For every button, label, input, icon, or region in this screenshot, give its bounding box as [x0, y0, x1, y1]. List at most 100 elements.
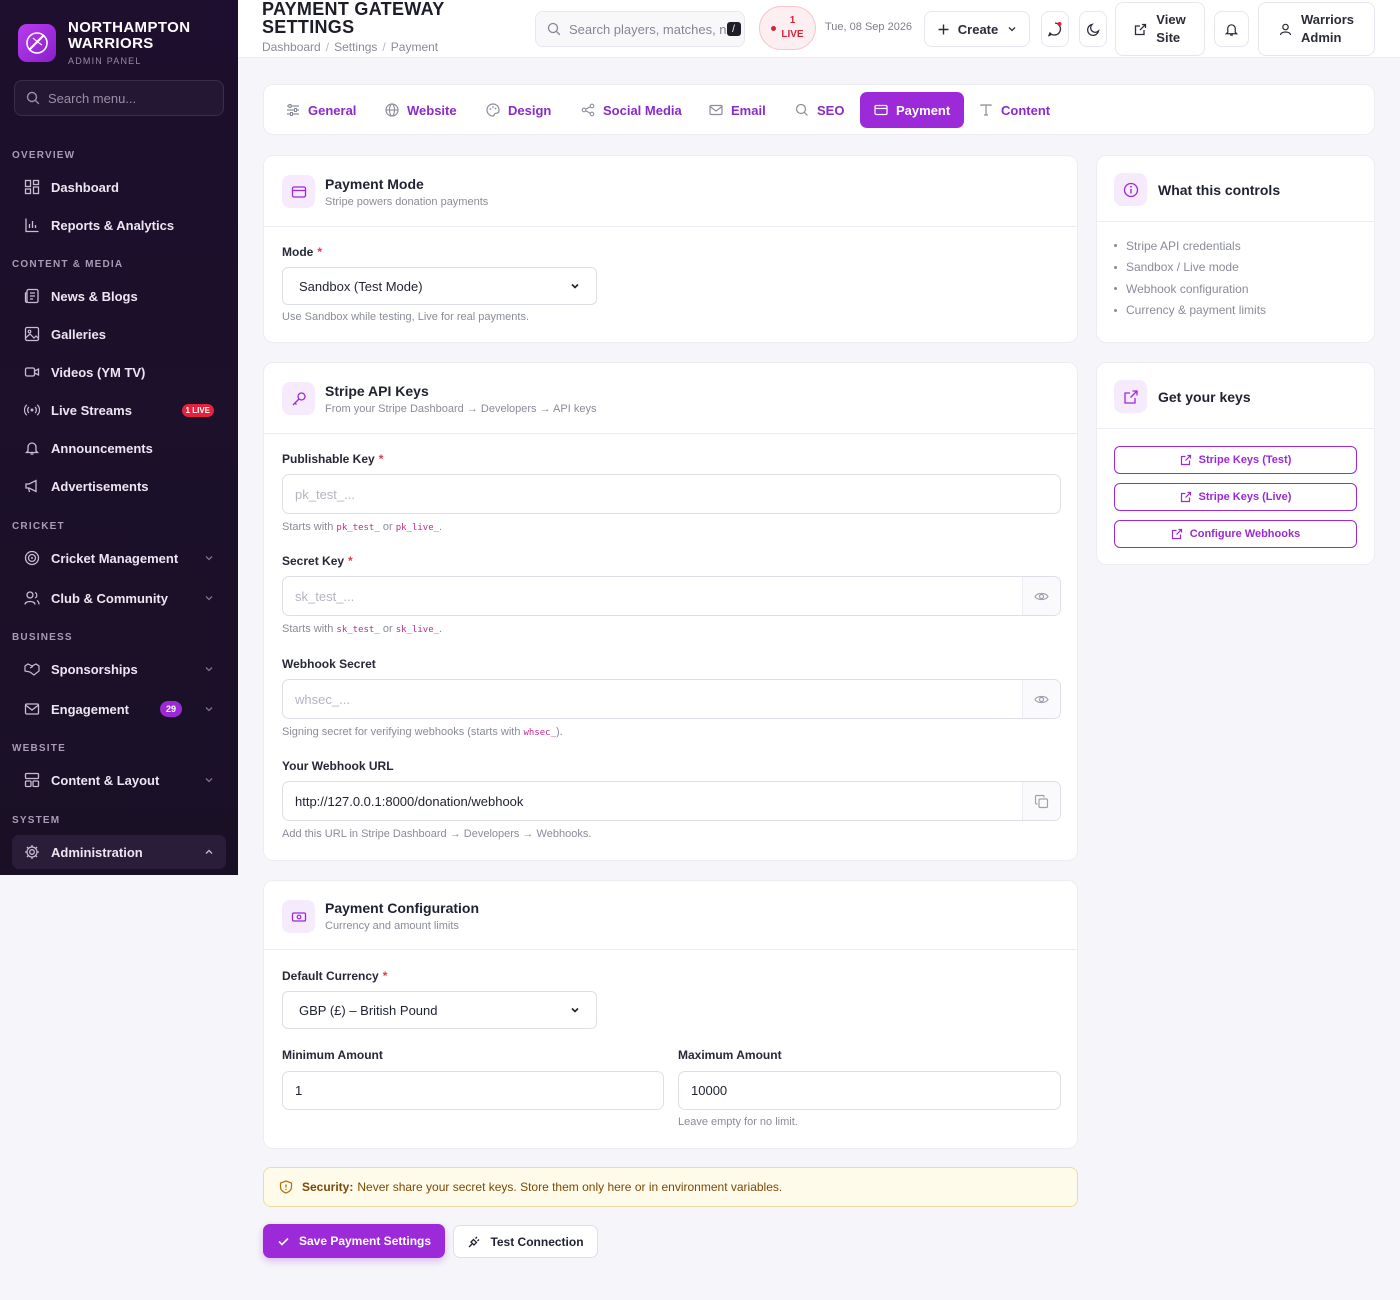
card-subtitle: Stripe powers donation payments [325, 196, 489, 208]
video-camera-icon [24, 367, 40, 377]
broadcast-icon [24, 404, 40, 416]
tab-payment[interactable]: Payment [860, 92, 965, 128]
key-icon [282, 382, 315, 415]
sidebar-item-cricket-management[interactable]: Cricket Management [12, 541, 226, 575]
live-badge: 1 LIVE [181, 403, 214, 417]
sidebar-item-club-community[interactable]: Club & Community [12, 581, 226, 615]
breadcrumb-settings[interactable]: Settings [334, 40, 377, 54]
sidebar-item-announcements[interactable]: Announcements [12, 431, 226, 465]
stripe-keys-live-button[interactable]: Stripe Keys (Live) [1114, 483, 1357, 511]
maximum-amount-hint: Leave empty for no limit. [678, 1116, 798, 1128]
moon-icon [1086, 22, 1100, 36]
page-title: PAYMENT GATEWAY SETTINGS [262, 0, 445, 37]
mode-select[interactable]: Sandbox (Test Mode) [282, 267, 597, 305]
sidebar-item-administration[interactable]: Administration [12, 835, 226, 869]
tab-design[interactable]: Design [472, 92, 565, 128]
publishable-key-input[interactable]: pk_test_... [282, 474, 1061, 514]
sidebar-item-label: Cricket Management [51, 550, 179, 566]
mode-label: Mode * [282, 245, 323, 259]
tab-email[interactable]: Email [695, 92, 780, 128]
secret-key-label: Secret Key * [282, 554, 353, 568]
secret-key-input[interactable]: sk_test_... [282, 576, 1061, 616]
chevron-down-icon [571, 1007, 579, 1013]
configure-webhooks-button[interactable]: Configure Webhooks [1114, 520, 1357, 548]
theme-toggle-button[interactable] [1079, 11, 1107, 47]
sidebar-item-engagement[interactable]: Engagement 29 [12, 692, 226, 726]
brand-name-line1: NORTHAMPTON [68, 19, 191, 36]
sidebar-item-label: Reports & Analytics [51, 217, 175, 233]
tab-website[interactable]: Website [371, 92, 471, 128]
minimum-amount-input[interactable]: 1 [282, 1071, 664, 1110]
tab-content[interactable]: Content [965, 92, 1064, 128]
sidebar-item-label: Videos (YM TV) [51, 364, 146, 380]
test-connection-button[interactable]: Test Connection [453, 1225, 598, 1258]
tab-seo[interactable]: SEO [781, 92, 858, 128]
mode-select-value: Sandbox (Test Mode) [299, 278, 423, 294]
external-link-icon [1180, 454, 1191, 466]
sidebar-item-label: Club & Community [51, 590, 168, 606]
sidebar-item-advertisements[interactable]: Advertisements [12, 469, 226, 503]
search-icon [795, 103, 808, 116]
card-subtitle: Currency and amount limits [325, 920, 459, 932]
sidebar-item-label: News & Blogs [51, 288, 138, 304]
card-header: Stripe API Keys From your Stripe Dashboa… [264, 363, 1077, 434]
chevron-up-icon [205, 849, 213, 854]
maximum-amount-value: 10000 [691, 1083, 728, 1098]
brand-subtitle: ADMIN PANEL [68, 56, 142, 66]
share-icon [581, 103, 595, 117]
sidebar-item-content-layout[interactable]: Content & Layout [12, 763, 226, 797]
section-business: BUSINESS [12, 632, 73, 643]
stripe-keys-test-button[interactable]: Stripe Keys (Test) [1114, 446, 1357, 474]
toggle-visibility-button[interactable] [1022, 680, 1060, 718]
section-content-media: CONTENT & MEDIA [12, 259, 124, 270]
view-site-button[interactable]: View Site [1115, 2, 1205, 56]
sidebar-item-sponsorships[interactable]: Sponsorships [12, 652, 226, 686]
palette-icon [486, 103, 500, 117]
sidebar-item-live-streams[interactable]: Live Streams 1 LIVE [12, 393, 226, 427]
copy-url-button[interactable] [1022, 782, 1060, 820]
global-search-input[interactable]: Search players, matches, n / [535, 11, 745, 47]
external-link-icon [1171, 528, 1182, 540]
info-icon [1114, 173, 1147, 206]
webhook-url-input[interactable]: http://127.0.0.1:8000/donation/webhook [282, 781, 1061, 821]
create-button[interactable]: Create [924, 11, 1030, 47]
refresh-button[interactable] [1041, 11, 1069, 47]
notifications-button[interactable] [1214, 11, 1249, 47]
maximum-amount-input[interactable]: 10000 [678, 1071, 1061, 1110]
sidebar-item-videos[interactable]: Videos (YM TV) [12, 355, 226, 389]
sidebar-item-news[interactable]: News & Blogs [12, 279, 226, 313]
search-icon [26, 91, 40, 105]
webhook-secret-input[interactable]: whsec_... [282, 679, 1061, 719]
webhook-secret-hint: Signing secret for verifying webhooks (s… [282, 726, 563, 738]
section-website: WEBSITE [12, 743, 66, 754]
save-payment-settings-button[interactable]: Save Payment Settings [263, 1224, 445, 1258]
top-header: PAYMENT GATEWAY SETTINGS Dashboard / Setti… [238, 0, 1400, 58]
webhook-secret-placeholder: whsec_... [295, 691, 350, 707]
payment-configuration-card: Payment Configuration Currency and amoun… [263, 880, 1078, 1149]
card-title: Stripe API Keys [325, 383, 429, 399]
live-indicator[interactable]: 1 LIVE [759, 6, 816, 50]
section-system: SYSTEM [12, 815, 61, 826]
sidebar-item-label: Live Streams [51, 402, 132, 418]
tab-general[interactable]: General [272, 92, 370, 128]
search-shortcut-key: / [726, 22, 741, 36]
sidebar-item-galleries[interactable]: Galleries [12, 317, 226, 351]
currency-select[interactable]: GBP (£) – British Pound [282, 991, 597, 1029]
sidebar-item-reports[interactable]: Reports & Analytics [12, 208, 226, 242]
sidebar-item-dashboard[interactable]: Dashboard [12, 170, 226, 204]
gear-icon [25, 845, 39, 859]
toggle-visibility-button[interactable] [1022, 577, 1060, 615]
plus-icon [938, 24, 949, 34]
global-search-placeholder: Search players, matches, n [569, 21, 727, 37]
list-item: Stripe API credentials [1114, 235, 1266, 257]
tab-label: Design [508, 102, 552, 118]
external-link-icon [1114, 380, 1147, 413]
breadcrumb-dashboard[interactable]: Dashboard [262, 40, 321, 54]
sidebar-search-input[interactable]: Search menu... [14, 80, 224, 116]
user-menu-button[interactable]: Warriors Admin [1258, 2, 1375, 56]
tab-social-media[interactable]: Social Media [567, 92, 696, 128]
brand[interactable]: NORTHAMPTON WARRIORS ADMIN PANEL [0, 0, 238, 70]
engagement-count-badge: 29 [159, 701, 182, 717]
sidebar-item-label: Galleries [51, 326, 106, 342]
sidebar-item-label: Sponsorships [51, 661, 138, 677]
